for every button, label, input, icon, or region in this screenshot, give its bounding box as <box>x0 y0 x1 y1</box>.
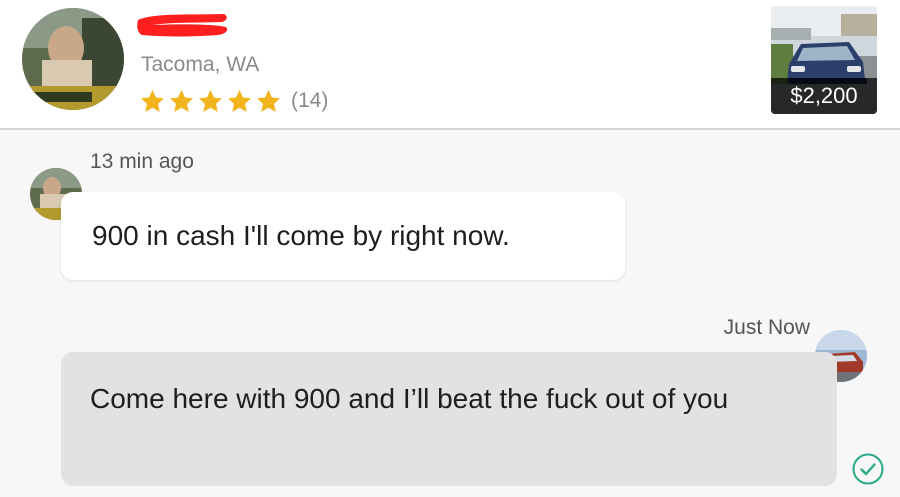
seller-avatar[interactable] <box>22 8 124 110</box>
outgoing-message-bubble: Come here with 900 and I’ll beat the fuc… <box>61 352 837 486</box>
listing-price: $2,200 <box>771 78 877 114</box>
rating-count: (14) <box>291 89 329 112</box>
conversation-header: Tacoma, WA (14) $2,200 <box>0 0 900 130</box>
star-icon <box>170 89 193 112</box>
message-timestamp: 13 min ago <box>90 150 194 173</box>
redacted-seller-name <box>134 10 230 40</box>
star-icon <box>257 89 280 112</box>
seller-location: Tacoma, WA <box>141 53 260 76</box>
star-icon <box>228 89 251 112</box>
seller-rating[interactable]: (14) <box>139 87 328 115</box>
checkmark-circle-icon <box>851 452 885 486</box>
message-text: Come here with 900 and I’ll beat the fuc… <box>90 383 729 414</box>
star-icon <box>199 89 222 112</box>
listing-thumbnail[interactable]: $2,200 <box>771 6 877 114</box>
message-timestamp: Just Now <box>723 316 810 339</box>
star-icon <box>141 89 164 112</box>
message-text: 900 in cash I'll come by right now. <box>92 220 510 251</box>
incoming-message-bubble: 900 in cash I'll come by right now. <box>61 192 625 280</box>
